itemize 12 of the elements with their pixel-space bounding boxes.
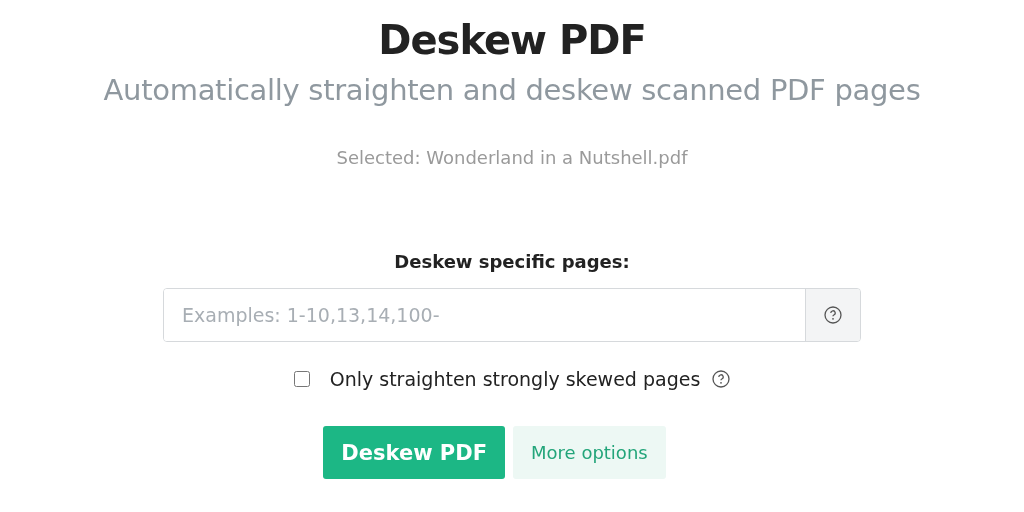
page-title: Deskew PDF: [378, 16, 646, 65]
deskew-button[interactable]: Deskew PDF: [323, 426, 506, 479]
strong-skew-label: Only straighten strongly skewed pages: [329, 368, 701, 390]
help-button[interactable]: [805, 289, 860, 341]
selected-file-text: Selected: Wonderland in a Nutshell.pdf: [336, 146, 688, 170]
help-icon: [824, 306, 842, 324]
strong-skew-checkbox[interactable]: [293, 371, 310, 387]
pages-label: Deskew specific pages:: [394, 250, 630, 274]
help-icon: [712, 370, 731, 388]
pages-field[interactable]: Examples: 1-10,13,14,100-: [163, 288, 861, 342]
page-subtitle: Automatically straighten and deskew scanned PDF pages: [103, 72, 921, 109]
more-options-button[interactable]: More options: [513, 426, 666, 479]
